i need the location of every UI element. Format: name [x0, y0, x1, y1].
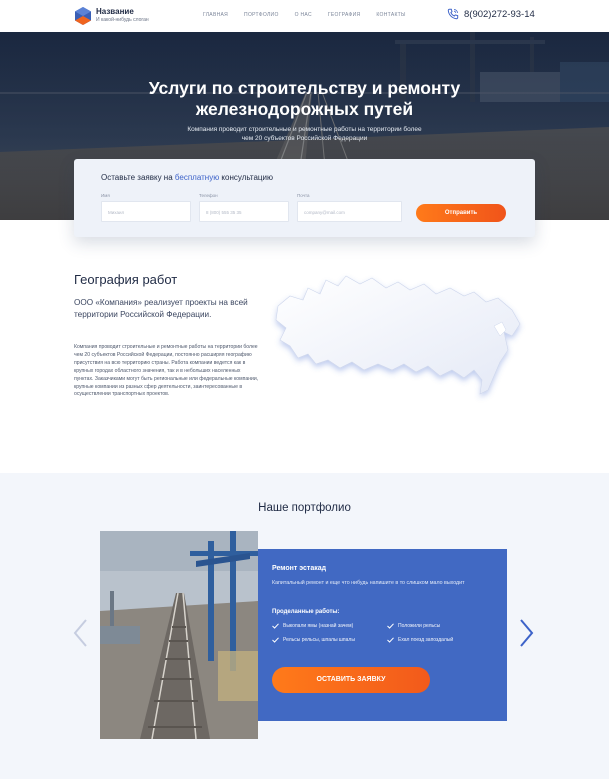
portfolio-card: Ремонт эстакад Капитальный ремонт и еще …: [258, 549, 507, 721]
email-field[interactable]: company@mail.com: [297, 201, 402, 222]
phone-field[interactable]: 8 (800) 555 35 35: [199, 201, 289, 222]
works-item-text: Рельсы рельсы, шпалы шпалы: [283, 637, 355, 643]
logo-icon: [75, 7, 91, 25]
check-icon: [387, 623, 394, 629]
check-icon: [387, 637, 394, 643]
project-title: Ремонт эстакад: [272, 565, 327, 572]
name-label: Имя: [101, 193, 110, 198]
logo-title: Название: [96, 7, 134, 16]
russia-map: [275, 275, 521, 395]
main-nav: ГЛАВНАЯ ПОРТФОЛИО О НАС ГЕОГРАФИЯ КОНТАК…: [203, 12, 422, 18]
header-phone[interactable]: 8(902)272-93-14: [447, 8, 535, 20]
form-title-suffix: консультацию: [219, 173, 273, 182]
works-list-item: Рельсы рельсы, шпалы шпалы: [272, 637, 387, 643]
consultation-form: Оставьте заявку на бесплатную консультац…: [74, 159, 535, 237]
hero-title: Услуги по строительству и ремонту железн…: [0, 78, 609, 120]
form-title-highlight: бесплатную: [174, 173, 220, 182]
works-list-item: Выкопали ямы (назнай зачем): [272, 623, 387, 629]
form-title: Оставьте заявку на бесплатную консультац…: [101, 173, 273, 182]
works-list-item: Положили рельсы: [387, 623, 497, 629]
name-field[interactable]: Михаил: [101, 201, 191, 222]
hero-title-line2: железнодорожных путей: [195, 99, 414, 119]
hero-subtitle: Компания проводит строительные и ремонтн…: [187, 126, 422, 142]
carousel-prev-arrow-icon[interactable]: [72, 618, 88, 648]
phone-icon: [447, 8, 459, 20]
phone-label: Телефон: [199, 193, 218, 198]
works-item-text: Ехал поезд запоздалый: [398, 637, 454, 643]
geo-title: География работ: [74, 272, 178, 287]
nav-portfolio[interactable]: ПОРТФОЛИО: [244, 12, 279, 18]
geo-body: Компания проводит строительные и ремонтн…: [74, 344, 259, 398]
check-icon: [272, 623, 279, 629]
nav-home[interactable]: ГЛАВНАЯ: [203, 12, 228, 18]
hero-title-line1: Услуги по строительству и ремонту: [148, 78, 461, 98]
geo-lead: ООО «Компания» реализует проекты на всей…: [74, 298, 248, 319]
nav-geography[interactable]: ГЕОГРАФИЯ: [328, 12, 361, 18]
leave-request-button[interactable]: ОСТАВИТЬ ЗАЯВКУ: [272, 667, 430, 693]
logo[interactable]: Название И какой-нибудь слоган: [73, 5, 193, 27]
works-item-text: Положили рельсы: [398, 623, 441, 629]
site-header: Название И какой-нибудь слоган ГЛАВНАЯ П…: [0, 0, 609, 32]
logo-slogan: И какой-нибудь слоган: [96, 17, 149, 23]
portfolio-photo: [100, 531, 258, 739]
nav-contacts[interactable]: КОНТАКТЫ: [376, 12, 405, 18]
nav-about[interactable]: О НАС: [295, 12, 312, 18]
carousel-next-arrow-icon[interactable]: [519, 618, 535, 648]
phone-number: 8(902)272-93-14: [464, 8, 535, 20]
works-title: Проделанные работы:: [272, 609, 340, 615]
works-item-text: Выкопали ямы (назнай зачем): [283, 623, 354, 629]
works-list-item: Ехал поезд запоздалый: [387, 637, 497, 643]
form-title-prefix: Оставьте заявку на: [101, 173, 175, 182]
check-icon: [272, 637, 279, 643]
portfolio-title: Наше портфолио: [258, 502, 351, 514]
project-description: Капитальный ремонт и еще что нибудь напи…: [272, 580, 465, 586]
email-label: Почта: [297, 193, 310, 198]
works-list: Выкопали ямы (назнай зачем) Положили рел…: [272, 623, 497, 643]
submit-button[interactable]: Отправить: [416, 204, 506, 222]
